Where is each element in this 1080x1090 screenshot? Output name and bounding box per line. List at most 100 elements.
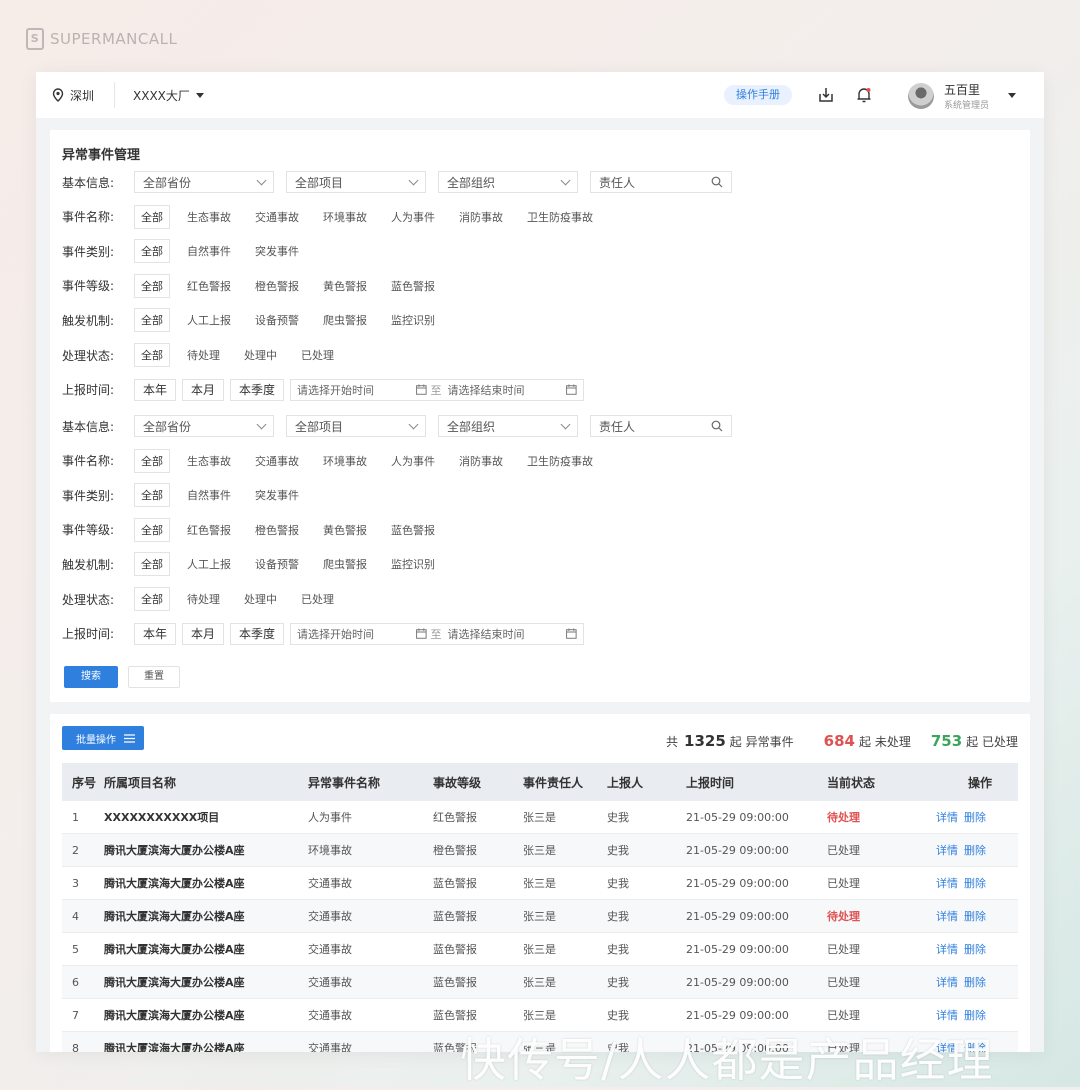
detail-link[interactable]: 详情 <box>936 811 958 824</box>
province-select[interactable]: 全部省份 <box>134 171 274 193</box>
filter-chip[interactable]: 全部 <box>134 448 170 473</box>
filter-chip[interactable]: 待处理 <box>180 343 227 367</box>
filter-chip[interactable]: 人工上报 <box>180 552 238 576</box>
calendar-icon[interactable] <box>566 628 577 639</box>
filter-chip[interactable]: 环境事故 <box>316 449 374 473</box>
filter-chip[interactable]: 全部 <box>134 517 170 542</box>
table-row[interactable]: 3 腾讯大厦滨海大厦办公楼A座 交通事故 蓝色警报 张三是 史我 21-05-2… <box>62 866 1018 900</box>
detail-link[interactable]: 详情 <box>936 910 958 923</box>
time-option[interactable]: 本季度 <box>230 622 285 645</box>
owner-search-input[interactable]: 责任人 <box>590 171 732 193</box>
search-icon[interactable] <box>711 176 723 188</box>
filter-chip[interactable]: 交通事故 <box>248 205 306 229</box>
filter-chip[interactable]: 爬虫警报 <box>316 552 374 576</box>
delete-link[interactable]: 删除 <box>964 811 986 824</box>
date-range-picker[interactable]: 请选择开始时间 至 请选择结束时间 <box>290 378 585 401</box>
filter-chip[interactable]: 设备预警 <box>248 308 306 332</box>
detail-link[interactable]: 详情 <box>936 976 958 989</box>
time-option[interactable]: 本季度 <box>230 378 285 401</box>
filter-chip[interactable]: 全部 <box>134 552 170 577</box>
project-select[interactable]: 全部项目 <box>286 415 426 437</box>
filter-chip[interactable]: 监控识别 <box>384 552 442 576</box>
bell-icon[interactable] <box>854 85 874 105</box>
factory-selector[interactable]: XXXX大厂 <box>133 87 204 104</box>
table-row[interactable]: 6 腾讯大厦滨海大厦办公楼A座 交通事故 蓝色警报 张三是 史我 21-05-2… <box>62 965 1018 999</box>
delete-link[interactable]: 删除 <box>964 877 986 890</box>
detail-link[interactable]: 详情 <box>936 943 958 956</box>
delete-link[interactable]: 删除 <box>964 844 986 857</box>
download-icon[interactable] <box>816 85 836 105</box>
province-select[interactable]: 全部省份 <box>134 415 274 437</box>
end-date-input[interactable]: 请选择结束时间 <box>448 382 561 398</box>
search-icon[interactable] <box>711 420 723 432</box>
table-row[interactable]: 1 XXXXXXXXXXX项目 人为事件 红色警报 张三是 史我 21-05-2… <box>62 801 1018 834</box>
filter-chip[interactable]: 消防事故 <box>452 449 510 473</box>
org-select[interactable]: 全部组织 <box>438 415 578 437</box>
detail-link[interactable]: 详情 <box>936 1009 958 1022</box>
org-select[interactable]: 全部组织 <box>438 171 578 193</box>
filter-chip[interactable]: 全部 <box>134 343 170 367</box>
table-row[interactable]: 5 腾讯大厦滨海大厦办公楼A座 交通事故 蓝色警报 张三是 史我 21-05-2… <box>62 932 1018 966</box>
filter-chip[interactable]: 设备预警 <box>248 552 306 576</box>
filter-chip[interactable]: 黄色警报 <box>316 274 374 298</box>
start-date-input[interactable]: 请选择开始时间 <box>297 382 410 398</box>
filter-chip[interactable]: 已处理 <box>294 587 341 611</box>
filter-chip[interactable]: 交通事故 <box>248 449 306 473</box>
reset-button[interactable]: 重置 <box>128 666 180 688</box>
filter-chip[interactable]: 消防事故 <box>452 205 510 229</box>
start-date-input[interactable]: 请选择开始时间 <box>297 626 410 642</box>
filter-chip[interactable]: 处理中 <box>237 343 284 367</box>
manual-button[interactable]: 操作手册 <box>724 85 792 105</box>
filter-chip[interactable]: 卫生防疫事故 <box>520 205 600 229</box>
owner-search-input[interactable]: 责任人 <box>590 415 732 437</box>
project-select[interactable]: 全部项目 <box>286 171 426 193</box>
batch-operation-button[interactable]: 批量操作 <box>62 726 144 750</box>
filter-chip[interactable]: 爬虫警报 <box>316 308 374 332</box>
time-option[interactable]: 本年 <box>134 622 177 645</box>
time-option[interactable]: 本月 <box>182 378 225 401</box>
filter-chip[interactable]: 黄色警报 <box>316 518 374 542</box>
delete-link[interactable]: 删除 <box>964 1009 986 1022</box>
filter-chip[interactable]: 突发事件 <box>248 483 306 507</box>
search-button[interactable]: 搜索 <box>64 666 118 688</box>
end-date-input[interactable]: 请选择结束时间 <box>448 626 561 642</box>
filter-chip[interactable]: 自然事件 <box>180 483 238 507</box>
delete-link[interactable]: 删除 <box>964 976 986 989</box>
filter-chip[interactable]: 全部 <box>134 273 170 298</box>
filter-chip[interactable]: 自然事件 <box>180 239 238 263</box>
date-range-picker[interactable]: 请选择开始时间 至 请选择结束时间 <box>290 622 585 645</box>
filter-chip[interactable]: 人工上报 <box>180 308 238 332</box>
calendar-icon[interactable] <box>415 384 427 395</box>
detail-link[interactable]: 详情 <box>936 844 958 857</box>
time-option[interactable]: 本月 <box>182 622 225 645</box>
table-row[interactable]: 2 腾讯大厦滨海大厦办公楼A座 环境事故 橙色警报 张三是 史我 21-05-2… <box>62 833 1018 867</box>
filter-chip[interactable]: 已处理 <box>294 343 341 367</box>
filter-chip[interactable]: 处理中 <box>237 587 284 611</box>
filter-chip[interactable]: 全部 <box>134 483 170 508</box>
filter-chip[interactable]: 环境事故 <box>316 205 374 229</box>
filter-chip[interactable]: 监控识别 <box>384 308 442 332</box>
filter-chip[interactable]: 红色警报 <box>180 518 238 542</box>
filter-chip[interactable]: 卫生防疫事故 <box>520 449 600 473</box>
filter-chip[interactable]: 全部 <box>134 308 170 333</box>
calendar-icon[interactable] <box>566 384 577 395</box>
location-selector[interactable]: 深圳 <box>52 87 94 104</box>
delete-link[interactable]: 删除 <box>964 943 986 956</box>
user-menu-caret-icon[interactable] <box>1008 93 1016 98</box>
filter-chip[interactable]: 人为事件 <box>384 449 442 473</box>
filter-chip[interactable]: 全部 <box>134 587 170 611</box>
filter-chip[interactable]: 生态事故 <box>180 449 238 473</box>
filter-chip[interactable]: 红色警报 <box>180 274 238 298</box>
filter-chip[interactable]: 橙色警报 <box>248 518 306 542</box>
filter-chip[interactable]: 蓝色警报 <box>384 518 442 542</box>
filter-chip[interactable]: 突发事件 <box>248 239 306 263</box>
detail-link[interactable]: 详情 <box>936 877 958 890</box>
delete-link[interactable]: 删除 <box>964 910 986 923</box>
filter-chip[interactable]: 待处理 <box>180 587 227 611</box>
filter-chip[interactable]: 全部 <box>134 204 170 229</box>
table-row[interactable]: 4 腾讯大厦滨海大厦办公楼A座 交通事故 蓝色警报 张三是 史我 21-05-2… <box>62 899 1018 933</box>
time-option[interactable]: 本年 <box>134 378 177 401</box>
filter-chip[interactable]: 全部 <box>134 239 170 264</box>
filter-chip[interactable]: 生态事故 <box>180 205 238 229</box>
filter-chip[interactable]: 蓝色警报 <box>384 274 442 298</box>
